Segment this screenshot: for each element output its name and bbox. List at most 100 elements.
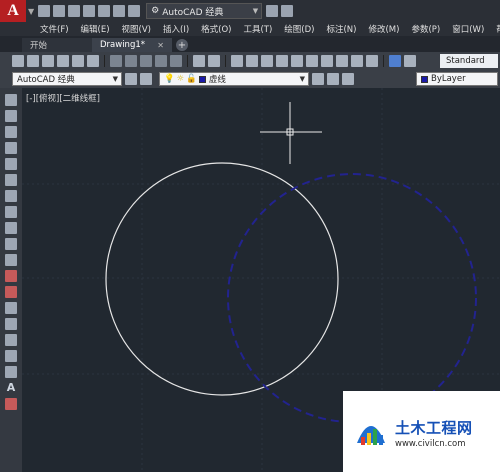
insert-block-icon[interactable]: [5, 270, 17, 282]
text-style-select[interactable]: Standard: [440, 54, 498, 68]
calculator-icon[interactable]: [366, 55, 378, 67]
workspace-combo[interactable]: AutoCAD 经典 ▼: [12, 72, 122, 86]
toolbar-divider: [104, 55, 105, 67]
publish-icon[interactable]: [87, 55, 99, 67]
undo-icon[interactable]: [113, 5, 126, 17]
color-select[interactable]: ByLayer: [416, 72, 498, 86]
add-selected-icon[interactable]: [5, 398, 17, 410]
save-as-icon[interactable]: [83, 5, 96, 17]
chevron-down-icon: ▼: [252, 7, 259, 15]
menu-item-9[interactable]: 参数(P): [411, 23, 440, 35]
watermark-title: 土木工程网: [395, 419, 473, 437]
application-menu-button[interactable]: A: [0, 0, 26, 22]
solid-circle[interactable]: [105, 162, 339, 396]
zoom-window-icon[interactable]: [261, 55, 273, 67]
color-swatch: [421, 75, 428, 83]
cut-icon[interactable]: [110, 55, 122, 67]
draw-toolbar: A: [0, 88, 22, 472]
redo-icon[interactable]: [128, 5, 141, 17]
zoom-previous-icon[interactable]: [276, 55, 288, 67]
polygon-icon[interactable]: [5, 142, 17, 154]
chevron-down-icon: ▼: [112, 75, 118, 83]
layer-previous-icon[interactable]: [327, 73, 339, 85]
toolbar-divider: [187, 55, 188, 67]
construction-line-icon[interactable]: [5, 110, 17, 122]
make-current-icon[interactable]: [312, 73, 324, 85]
paste-icon[interactable]: [140, 55, 152, 67]
new-file-icon[interactable]: [38, 5, 51, 17]
chevron-down-icon[interactable]: ▼: [28, 7, 34, 16]
sun-icon: ☼: [176, 74, 185, 84]
table-icon[interactable]: [5, 366, 17, 378]
lock-icon: 🔓: [186, 74, 197, 84]
share-icon[interactable]: [266, 5, 279, 17]
menu-item-1[interactable]: 编辑(E): [81, 23, 110, 35]
menu-item-4[interactable]: 格式(O): [201, 23, 231, 35]
block-editor-icon[interactable]: [170, 55, 182, 67]
menu-item-11[interactable]: 帮: [496, 23, 500, 35]
save-icon[interactable]: [68, 5, 81, 17]
menu-item-3[interactable]: 插入(I): [163, 23, 189, 35]
dashed-circle[interactable]: [227, 173, 477, 423]
close-icon[interactable]: ✕: [157, 41, 164, 50]
redo-icon[interactable]: [208, 55, 220, 67]
new-icon[interactable]: [12, 55, 24, 67]
zoom-realtime-icon[interactable]: [246, 55, 258, 67]
plot-preview-icon[interactable]: [72, 55, 84, 67]
copy-icon[interactable]: [125, 55, 137, 67]
watermark: 土木工程网 www.civilcn.com: [343, 391, 500, 472]
arc-icon[interactable]: [5, 174, 17, 186]
quick-access-toolbar: [38, 5, 141, 17]
text-style-icon[interactable]: [404, 55, 416, 67]
new-tab-button[interactable]: +: [176, 39, 188, 51]
help-icon[interactable]: [389, 55, 401, 67]
markup-icon[interactable]: [351, 55, 363, 67]
layer-states-icon[interactable]: [342, 73, 354, 85]
workspace-settings-icon[interactable]: [125, 73, 137, 85]
hatch-icon[interactable]: [5, 318, 17, 330]
menu-item-2[interactable]: 视图(V): [122, 23, 151, 35]
multiline-text-icon[interactable]: A: [5, 382, 17, 394]
standard-toolbar: Standard: [0, 52, 500, 70]
undo-icon[interactable]: [193, 55, 205, 67]
open-icon[interactable]: [27, 55, 39, 67]
dropdown-icon[interactable]: [281, 5, 294, 17]
viewport-controls[interactable]: [-][俯视][二维线框]: [26, 92, 100, 104]
menu-item-7[interactable]: 标注(N): [326, 23, 356, 35]
spline-icon[interactable]: [5, 222, 17, 234]
point-icon[interactable]: [5, 302, 17, 314]
workspace-select[interactable]: ⚙ AutoCAD 经典 ▼: [146, 3, 263, 19]
menu-item-8[interactable]: 修改(M): [368, 23, 399, 35]
menu-item-5[interactable]: 工具(T): [243, 23, 272, 35]
open-file-icon[interactable]: [53, 5, 66, 17]
ellipse-arc-icon[interactable]: [5, 254, 17, 266]
tab-start[interactable]: 开始: [22, 38, 92, 52]
print-icon[interactable]: [57, 55, 69, 67]
tool-palettes-icon[interactable]: [321, 55, 333, 67]
save-icon[interactable]: [42, 55, 54, 67]
sheet-set-icon[interactable]: [336, 55, 348, 67]
make-block-icon[interactable]: [5, 286, 17, 298]
menu-item-6[interactable]: 绘图(D): [284, 23, 314, 35]
print-icon[interactable]: [98, 5, 111, 17]
pan-icon[interactable]: [231, 55, 243, 67]
tab-drawing1[interactable]: Drawing1* ✕: [92, 38, 172, 52]
menu-item-10[interactable]: 窗口(W): [452, 23, 484, 35]
layers-toolbar: AutoCAD 经典 ▼ 💡 ☼ 🔓 虚线 ▼ ByLayer: [0, 70, 500, 88]
design-center-icon[interactable]: [306, 55, 318, 67]
gradient-icon[interactable]: [5, 334, 17, 346]
ellipse-icon[interactable]: [5, 238, 17, 250]
layer-properties-icon[interactable]: [140, 73, 152, 85]
rectangle-icon[interactable]: [5, 158, 17, 170]
layer-color-swatch: [198, 75, 206, 83]
chevron-down-icon: ▼: [299, 75, 305, 83]
line-icon[interactable]: [5, 94, 17, 106]
polyline-icon[interactable]: [5, 126, 17, 138]
region-icon[interactable]: [5, 350, 17, 362]
properties-icon[interactable]: [291, 55, 303, 67]
circle-icon[interactable]: [5, 190, 17, 202]
revision-cloud-icon[interactable]: [5, 206, 17, 218]
match-properties-icon[interactable]: [155, 55, 167, 67]
menu-item-0[interactable]: 文件(F): [40, 23, 69, 35]
layer-select[interactable]: 💡 ☼ 🔓 虚线 ▼: [159, 72, 309, 86]
